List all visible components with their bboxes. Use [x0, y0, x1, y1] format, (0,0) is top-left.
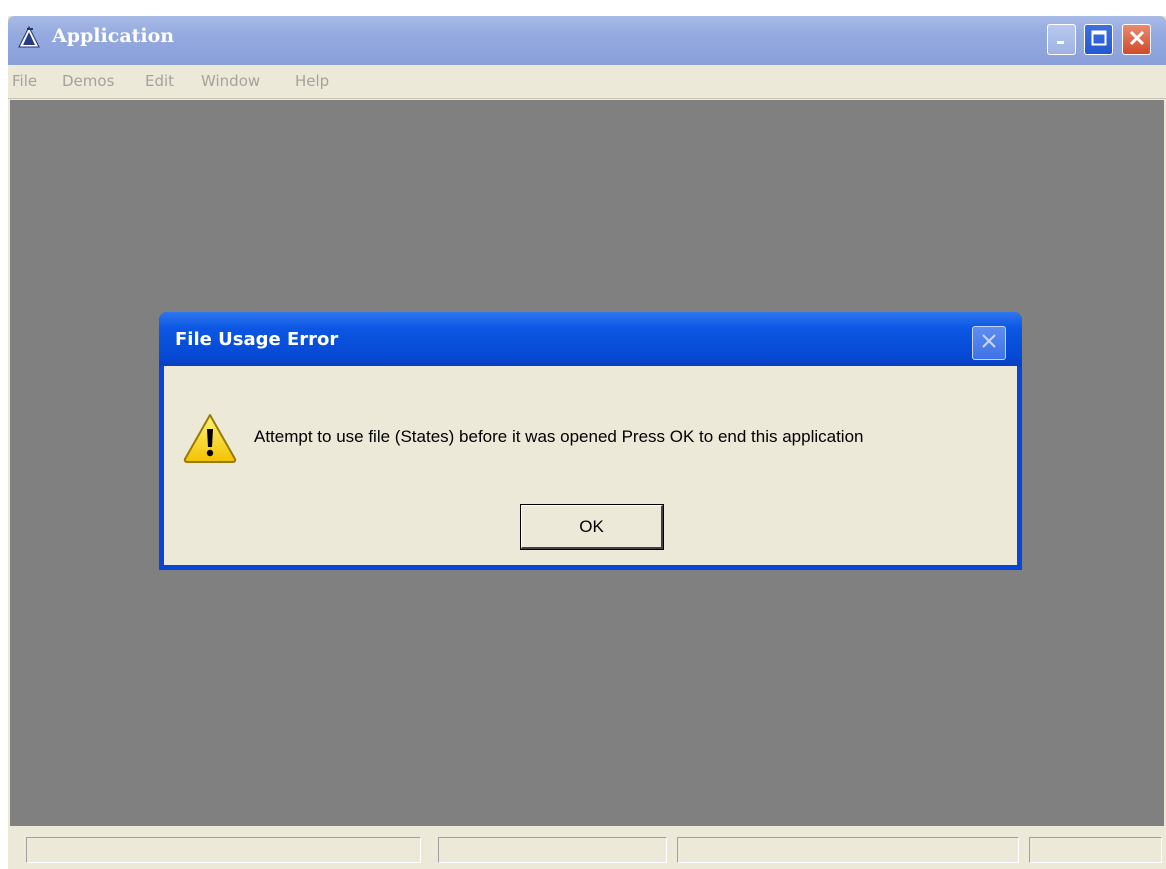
maximize-button[interactable]: [1084, 24, 1113, 55]
menu-help[interactable]: Help: [295, 72, 329, 90]
dialog-title: File Usage Error: [175, 329, 339, 350]
status-pane-3: [677, 837, 1019, 863]
dialog-body: Attempt to use file (States) before it w…: [164, 366, 1017, 565]
warning-icon: [182, 412, 238, 464]
menu-bar: File Demos Edit Window Help: [8, 65, 1166, 99]
status-pane-4: [1029, 837, 1162, 863]
close-icon: [1129, 30, 1145, 50]
ok-button-label: OK: [579, 516, 604, 536]
window-title: Application: [52, 25, 175, 47]
title-bar[interactable]: Application: [8, 16, 1166, 65]
maximize-icon: [1091, 30, 1107, 50]
status-pane-1: [26, 837, 421, 863]
menu-demos[interactable]: Demos: [62, 72, 114, 90]
status-pane-2: [438, 837, 667, 863]
menu-window[interactable]: Window: [201, 72, 260, 90]
error-dialog: File Usage Error Attempt to use file (St: [159, 312, 1022, 570]
status-bar: [8, 826, 1166, 869]
minimize-button[interactable]: [1047, 24, 1076, 55]
menu-file[interactable]: File: [12, 72, 37, 90]
dialog-close-button[interactable]: [972, 326, 1006, 360]
close-button[interactable]: [1122, 24, 1151, 55]
dialog-title-bar[interactable]: File Usage Error: [159, 312, 1022, 366]
ok-button[interactable]: OK: [520, 504, 664, 550]
minimize-icon: [1055, 30, 1069, 49]
close-icon: [980, 332, 998, 354]
dialog-message: Attempt to use file (States) before it w…: [254, 427, 864, 446]
menu-edit[interactable]: Edit: [145, 72, 174, 90]
app-logo-icon: [18, 26, 40, 48]
